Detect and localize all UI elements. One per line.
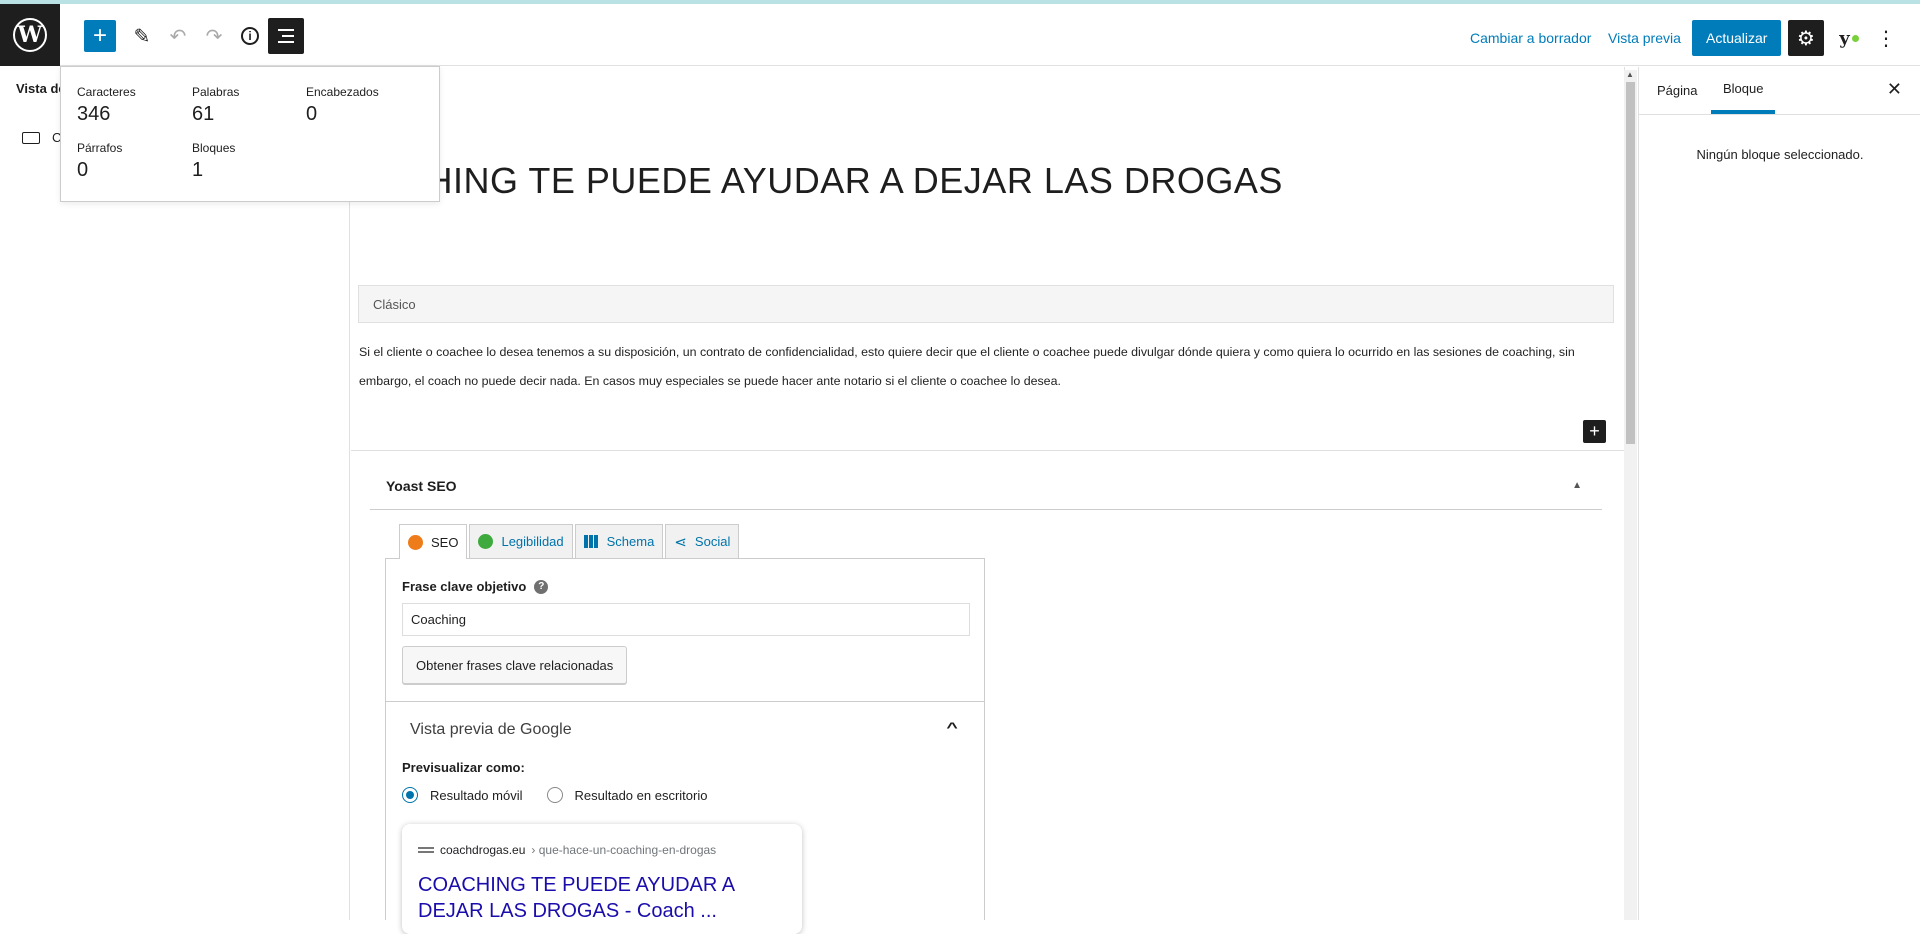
yoast-seo-panel: Frase clave objetivo ? Obtener frases cl… — [385, 558, 985, 934]
post-title[interactable]: CHING TE PUEDE AYUDAR A DEJAR LAS DROGAS — [400, 160, 1283, 202]
chevron-up-icon[interactable]: ^ — [946, 719, 957, 735]
list-view-icon[interactable] — [268, 18, 304, 54]
get-related-keyphrases-button[interactable]: Obtener frases clave relacionadas — [402, 646, 628, 684]
undo-icon[interactable]: ↶ — [162, 20, 194, 52]
stat-label: Palabras — [192, 85, 240, 99]
pencil-icon[interactable]: ✎ — [126, 20, 158, 52]
yoast-metabox-title: Yoast SEO — [386, 478, 457, 494]
tab-seo[interactable]: SEO — [399, 524, 468, 559]
google-preview-title[interactable]: Vista previa de Google — [410, 721, 572, 739]
switch-to-draft-link[interactable]: Cambiar a borrador — [1470, 20, 1591, 56]
tab-page[interactable]: Página — [1655, 67, 1699, 114]
stat-value: 346 — [77, 103, 111, 125]
add-block-button[interactable]: + — [84, 20, 116, 52]
tab-block[interactable]: Bloque — [1711, 67, 1776, 114]
serp-domain: coachdrogas.eu — [440, 843, 526, 857]
tab-social[interactable]: ⋖ Social — [665, 524, 740, 558]
serp-url: coachdrogas.eu › que-hace-un-coaching-en… — [418, 843, 716, 857]
stat-value: 0 — [77, 159, 89, 181]
grid-icon — [583, 535, 599, 548]
preview-as-label: Previsualizar como: — [402, 760, 525, 775]
focus-keyphrase-label: Frase clave objetivo ? — [402, 579, 549, 594]
sidebar-divider — [1639, 114, 1920, 115]
settings-gear-icon[interactable]: ⚙ — [1788, 20, 1824, 56]
stat-words: Palabras 61 — [192, 85, 239, 126]
seo-score-face-icon — [408, 534, 423, 550]
info-icon[interactable]: i — [234, 20, 266, 52]
mobile-result-radio[interactable] — [402, 787, 418, 803]
focus-keyphrase-input[interactable] — [402, 603, 970, 636]
classic-block-toolbar[interactable]: Clásico — [358, 285, 1614, 323]
stat-headings: Encabezados 0 — [306, 85, 379, 126]
no-block-selected-text: Ningún bloque seleccionado. — [1696, 147, 1864, 162]
tab-readability[interactable]: Legibilidad — [469, 524, 573, 558]
stat-blocks: Bloques 1 — [192, 141, 235, 182]
stat-label: Bloques — [192, 141, 236, 155]
tab-label: Social — [694, 534, 731, 549]
help-icon[interactable]: ? — [534, 579, 549, 594]
keyboard-icon — [22, 131, 40, 144]
wordpress-logo-icon[interactable]: W — [0, 4, 60, 66]
stat-value: 61 — [192, 103, 215, 125]
readability-face-icon — [478, 534, 494, 549]
add-block-inline-button[interactable]: + — [1583, 420, 1606, 443]
stat-label: Caracteres — [77, 85, 136, 99]
scrollbar-thumb[interactable] — [1626, 82, 1635, 444]
favicon-icon — [418, 847, 434, 853]
settings-sidebar: Página Bloque ✕ Ningún bloque selecciona… — [1638, 67, 1920, 920]
more-options-icon[interactable]: ⋮ — [1872, 20, 1900, 56]
content-divider — [351, 450, 1624, 451]
list-view-title: Vista de — [16, 81, 66, 96]
stat-label: Párrafos — [77, 141, 123, 155]
yoast-icon[interactable]: y — [1834, 20, 1864, 56]
serp-title[interactable]: COACHING TE PUEDE AYUDAR A DEJAR LAS DRO… — [418, 872, 778, 924]
editor-toolbar: W + ✎ ↶ ↷ i Cambiar a borrador Vista pre… — [0, 4, 1920, 66]
serp-path: › que-hace-un-coaching-en-drogas — [531, 843, 717, 857]
tab-label: Schema — [606, 534, 655, 549]
yoast-tabs: SEO Legibilidad Schema ⋖ Social — [399, 524, 741, 559]
stat-value: 0 — [306, 103, 318, 125]
desktop-result-label[interactable]: Resultado en escritorio — [575, 788, 708, 803]
list-view-item[interactable]: C — [22, 130, 61, 145]
collapse-caret-icon[interactable]: ▲ — [1572, 480, 1582, 491]
tab-label: Legibilidad — [501, 534, 564, 549]
desktop-result-radio[interactable] — [546, 787, 563, 803]
focus-keyphrase-label-text: Frase clave objetivo — [402, 579, 527, 594]
stat-value: 1 — [192, 159, 204, 181]
document-info-popover: Caracteres 346 Palabras 61 Encabezados 0… — [60, 66, 440, 202]
tab-label: SEO — [431, 534, 459, 550]
redo-icon[interactable]: ↷ — [198, 20, 230, 52]
editor-scrollbar[interactable] — [1624, 70, 1637, 920]
preview-mode-radios: Resultado móvil Resultado en escritorio — [402, 787, 707, 803]
stat-paragraphs: Párrafos 0 — [77, 141, 122, 182]
mobile-result-label[interactable]: Resultado móvil — [430, 788, 523, 803]
yoast-metabox-header[interactable]: Yoast SEO ▲ — [370, 473, 1602, 510]
update-button[interactable]: Actualizar — [1692, 20, 1782, 56]
share-icon: ⋖ — [674, 533, 687, 551]
close-icon[interactable]: ✕ — [1887, 79, 1902, 100]
scroll-up-arrow-icon[interactable]: ▲ — [1626, 70, 1634, 79]
tab-schema[interactable]: Schema — [574, 524, 664, 558]
section-divider — [386, 701, 984, 702]
stat-characters: Caracteres 346 — [77, 85, 136, 126]
preview-link[interactable]: Vista previa — [1608, 20, 1681, 56]
stat-label: Encabezados — [306, 85, 379, 99]
google-serp-preview: coachdrogas.eu › que-hace-un-coaching-en… — [402, 824, 802, 934]
classic-block-content[interactable]: Si el cliente o coachee lo desea tenemos… — [359, 338, 1609, 396]
